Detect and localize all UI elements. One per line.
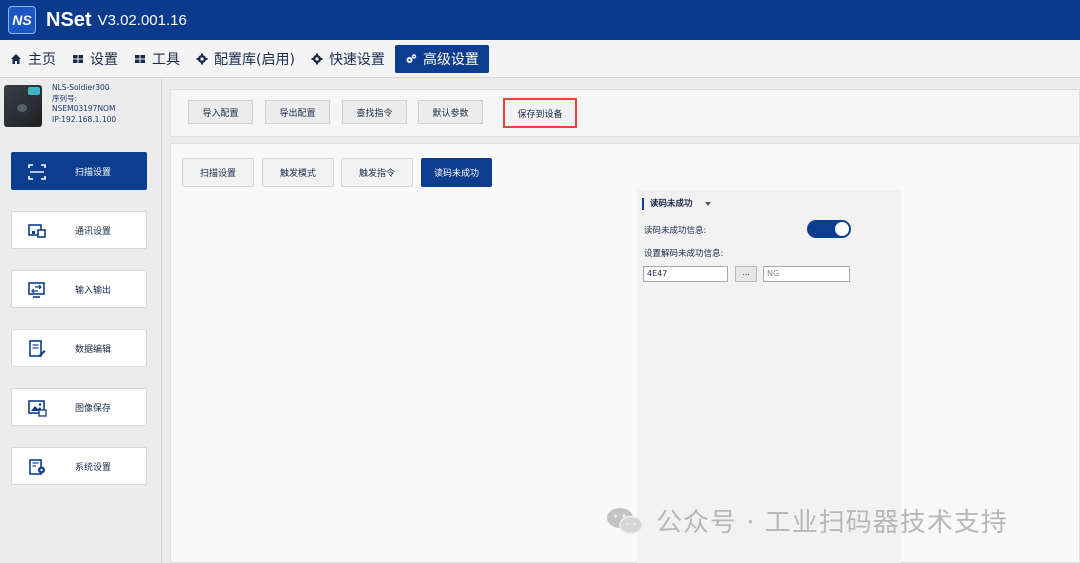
title-bar: NS NSet V3.02.001.16 [0, 0, 1080, 40]
sidebar-item-comm-settings[interactable]: 通讯设置 [11, 211, 147, 249]
watermark: 公众号 · 工业扫码器技术支持 [606, 502, 1008, 539]
tools-icon [134, 53, 146, 65]
device-serial: NSEM03197NOM [52, 104, 116, 113]
wechat-icon [606, 506, 644, 536]
grid-icon [72, 53, 84, 65]
export-config-button[interactable]: 导出配置 [265, 100, 330, 124]
device-model: NLS-Soldier300 [52, 83, 110, 92]
app-name: NSet [46, 8, 92, 31]
import-config-button[interactable]: 导入配置 [188, 100, 253, 124]
app-logo: NS [8, 6, 36, 34]
scan-icon [27, 163, 47, 181]
device-link-icon [27, 222, 47, 240]
sidebar-item-label: 输入输出 [75, 285, 112, 296]
sidebar-item-label: 通讯设置 [75, 226, 112, 237]
sidebar-item-label: 图像保存 [75, 403, 112, 414]
sidebar-item-image-save[interactable]: 图像保存 [11, 388, 147, 426]
system-settings-icon [27, 458, 47, 476]
browse-button[interactable]: ... [735, 266, 757, 282]
menu-quick-settings-label: 快速设置 [328, 51, 385, 68]
sidebar-item-data-edit[interactable]: 数据编辑 [11, 329, 147, 367]
menu-home-label: 主页 [28, 51, 56, 68]
settings-content: 扫描设置 触发模式 触发指令 读码未成功 读码未成功 读码未成功信息: 设置解码… [170, 143, 1080, 563]
watermark-text: 公众号 · 工业扫码器技术支持 [656, 508, 1008, 538]
edit-document-icon [27, 340, 47, 358]
image-save-icon [27, 399, 47, 417]
menu-config-library[interactable]: 配置库(启用) [190, 45, 301, 73]
save-to-device-button[interactable]: 保存到设备 [503, 98, 577, 128]
fail-info-toggle[interactable] [807, 220, 851, 238]
chevron-down-icon[interactable] [705, 202, 711, 206]
toggle-knob [835, 222, 849, 236]
tab-scan-settings[interactable]: 扫描设置 [182, 158, 254, 187]
sidebar-item-io[interactable]: 输入输出 [11, 270, 147, 308]
sidebar-item-system-settings[interactable]: 系统设置 [11, 447, 147, 485]
monitor-io-icon [27, 281, 47, 299]
menu-settings[interactable]: 设置 [66, 45, 124, 73]
device-ip: IP:192.168.1.100 [52, 114, 117, 124]
sidebar-item-label: 数据编辑 [75, 344, 112, 355]
fail-info-label: 读码未成功信息: [644, 226, 707, 236]
menu-advanced-settings[interactable]: 高级设置 [394, 44, 489, 73]
fail-message-text-field[interactable]: NG [763, 266, 850, 282]
device-card[interactable]: NLS-Soldier300 序列号: NSEM03197NOM IP:192.… [4, 83, 160, 131]
tab-read-failure[interactable]: 读码未成功 [421, 158, 492, 187]
device-image [4, 85, 42, 127]
gear-icon [311, 53, 323, 65]
menu-home[interactable]: 主页 [4, 45, 62, 73]
app-window: NS NSet V3.02.001.16 主页 设置 工具 配置库(启用) 快速… [0, 0, 1080, 563]
left-sidebar: NLS-Soldier300 序列号: NSEM03197NOM IP:192.… [0, 79, 162, 563]
menu-advanced-settings-label: 高级设置 [422, 51, 479, 68]
sidebar-item-label: 系统设置 [75, 462, 112, 473]
device-info: NLS-Soldier300 序列号: NSEM03197NOM IP:192.… [52, 83, 116, 131]
panel-title: 读码未成功 [642, 198, 693, 210]
fail-message-hex-input[interactable]: 4E47 [643, 266, 728, 282]
menu-quick-settings[interactable]: 快速设置 [305, 45, 391, 73]
config-toolbar: 导入配置 导出配置 查找指令 默认参数 保存到设备 [170, 89, 1080, 137]
menu-tools-label: 工具 [152, 51, 180, 68]
menu-bar: 主页 设置 工具 配置库(启用) 快速设置 高级设置 [0, 40, 1080, 78]
menu-config-library-label: 配置库(启用) [214, 51, 295, 68]
find-command-button[interactable]: 查找指令 [342, 100, 407, 124]
app-version: V3.02.001.16 [97, 11, 187, 29]
sidebar-item-scan-settings[interactable]: 扫描设置 [11, 152, 147, 190]
menu-tools[interactable]: 工具 [128, 45, 186, 73]
gears-icon [405, 53, 417, 65]
sidebar-item-label: 扫描设置 [75, 167, 112, 178]
tab-trigger-command[interactable]: 触发指令 [341, 158, 413, 187]
device-serial-label: 序列号: [52, 93, 78, 103]
default-params-button[interactable]: 默认参数 [418, 100, 483, 124]
menu-settings-label: 设置 [90, 51, 118, 68]
set-fail-info-label: 设置解码未成功信息: [644, 249, 724, 259]
tab-trigger-mode[interactable]: 触发模式 [262, 158, 334, 187]
gear-icon [196, 53, 208, 65]
home-icon [10, 53, 22, 65]
